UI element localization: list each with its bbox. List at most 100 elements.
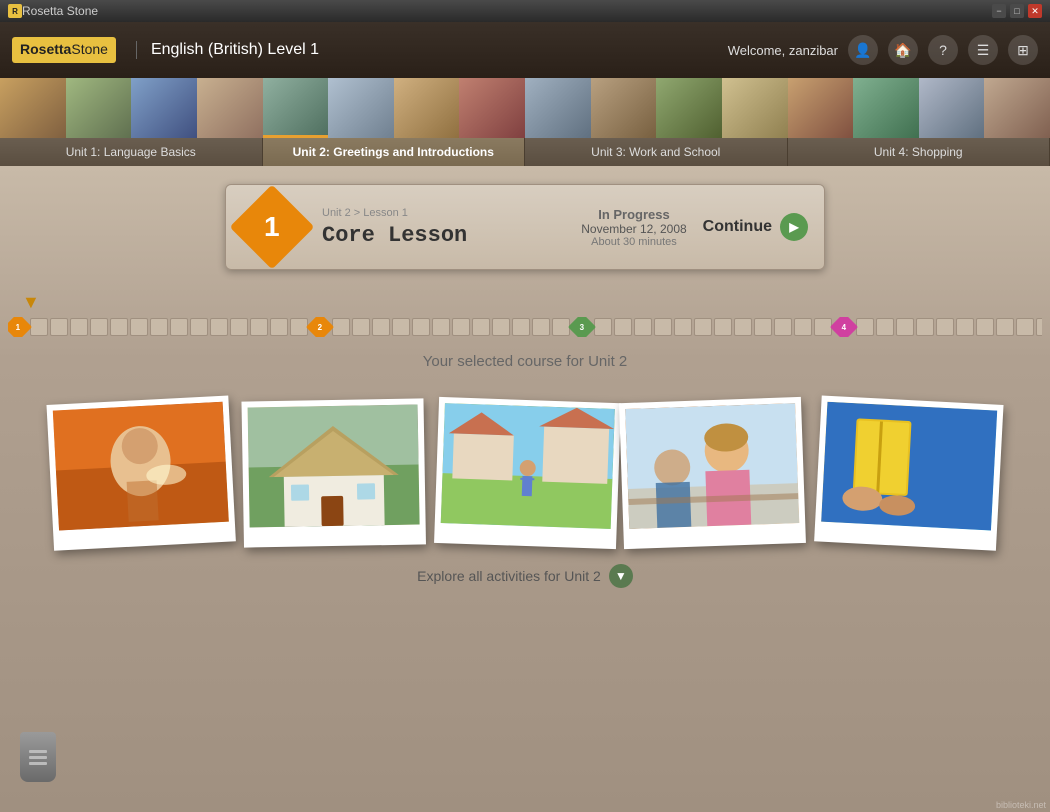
continue-button[interactable]: Continue ▶ bbox=[703, 213, 808, 241]
unit-nav: Unit 1: Language Basics Unit 2: Greeting… bbox=[0, 138, 1050, 166]
progress-step[interactable] bbox=[492, 318, 510, 336]
progress-step[interactable] bbox=[734, 318, 752, 336]
progress-step[interactable] bbox=[50, 318, 68, 336]
user-icon-button[interactable]: 👤 bbox=[848, 35, 878, 65]
progress-step[interactable] bbox=[270, 318, 288, 336]
progress-step[interactable] bbox=[170, 318, 188, 336]
progress-step[interactable] bbox=[130, 318, 148, 336]
progress-step[interactable] bbox=[30, 318, 48, 336]
minimize-button[interactable]: − bbox=[992, 4, 1006, 18]
welcome-text: Welcome, zanzibar bbox=[728, 43, 838, 58]
strip-photo-16[interactable] bbox=[984, 78, 1050, 138]
logo-box: RosettaStone bbox=[12, 37, 116, 63]
strip-photo-10[interactable] bbox=[591, 78, 657, 138]
strip-photo-12[interactable] bbox=[722, 78, 788, 138]
strip-photo-9[interactable] bbox=[525, 78, 591, 138]
strip-photo-3[interactable] bbox=[131, 78, 197, 138]
progress-step[interactable] bbox=[956, 318, 974, 336]
lesson-info: Unit 2 > Lesson 1 Core Lesson bbox=[322, 207, 561, 248]
progress-step[interactable] bbox=[150, 318, 168, 336]
photo-gallery bbox=[0, 390, 1050, 556]
gallery-image-4 bbox=[625, 403, 799, 529]
selected-course-text: Your selected course for Unit 2 bbox=[0, 353, 1050, 370]
gallery-photo-2[interactable] bbox=[241, 398, 426, 547]
unit-tab-1[interactable]: Unit 1: Language Basics bbox=[0, 138, 263, 166]
core-lesson-card: 1 Unit 2 > Lesson 1 Core Lesson In Progr… bbox=[225, 184, 825, 270]
explore-bar: Explore all activities for Unit 2 ▼ bbox=[0, 556, 1050, 596]
progress-milestone-2[interactable]: 2 bbox=[306, 317, 334, 337]
progress-step[interactable] bbox=[250, 318, 268, 336]
strip-photo-14[interactable] bbox=[853, 78, 919, 138]
progress-step[interactable] bbox=[1036, 318, 1042, 336]
progress-step[interactable] bbox=[332, 318, 350, 336]
progress-step[interactable] bbox=[976, 318, 994, 336]
progress-step[interactable] bbox=[472, 318, 490, 336]
progress-step[interactable] bbox=[896, 318, 914, 336]
settings-icon-button[interactable]: ⊞ bbox=[1008, 35, 1038, 65]
progress-step[interactable] bbox=[794, 318, 812, 336]
progress-step[interactable] bbox=[90, 318, 108, 336]
titlebar-controls: − □ ✕ bbox=[992, 4, 1042, 18]
gallery-photo-3[interactable] bbox=[434, 397, 621, 549]
progress-step[interactable] bbox=[594, 318, 612, 336]
strip-photo-8[interactable] bbox=[459, 78, 525, 138]
progress-step[interactable] bbox=[674, 318, 692, 336]
photo-strip bbox=[0, 78, 1050, 138]
menu-icon-button[interactable]: ☰ bbox=[968, 35, 998, 65]
strip-photo-13[interactable] bbox=[788, 78, 854, 138]
maximize-button[interactable]: □ bbox=[1010, 4, 1024, 18]
gallery-photo-1[interactable] bbox=[46, 395, 235, 550]
progress-step[interactable] bbox=[856, 318, 874, 336]
strip-photo-1[interactable] bbox=[0, 78, 66, 138]
progress-step[interactable] bbox=[372, 318, 390, 336]
strip-photo-15[interactable] bbox=[919, 78, 985, 138]
progress-step[interactable] bbox=[392, 318, 410, 336]
gallery-photo-5[interactable] bbox=[814, 395, 1003, 550]
strip-photo-2[interactable] bbox=[66, 78, 132, 138]
progress-step[interactable] bbox=[230, 318, 248, 336]
home-icon-button[interactable]: 🏠 bbox=[888, 35, 918, 65]
progress-step[interactable] bbox=[654, 318, 672, 336]
unit-tab-2[interactable]: Unit 2: Greetings and Introductions bbox=[263, 138, 526, 166]
explore-dropdown-button[interactable]: ▼ bbox=[609, 564, 633, 588]
progress-step[interactable] bbox=[432, 318, 450, 336]
progress-step[interactable] bbox=[512, 318, 530, 336]
progress-step[interactable] bbox=[110, 318, 128, 336]
close-button[interactable]: ✕ bbox=[1028, 4, 1042, 18]
progress-step[interactable] bbox=[714, 318, 732, 336]
progress-milestone-4[interactable]: 4 bbox=[830, 317, 858, 337]
progress-step[interactable] bbox=[936, 318, 954, 336]
progress-step[interactable] bbox=[1016, 318, 1034, 336]
progress-step[interactable] bbox=[754, 318, 772, 336]
progress-step[interactable] bbox=[774, 318, 792, 336]
lesson-number: 1 bbox=[264, 211, 280, 243]
progress-step[interactable] bbox=[614, 318, 632, 336]
progress-step[interactable] bbox=[452, 318, 470, 336]
strip-photo-4[interactable] bbox=[197, 78, 263, 138]
progress-step[interactable] bbox=[190, 318, 208, 336]
progress-step[interactable] bbox=[634, 318, 652, 336]
progress-step[interactable] bbox=[210, 318, 228, 336]
progress-step[interactable] bbox=[694, 318, 712, 336]
progress-step[interactable] bbox=[876, 318, 894, 336]
unit-tab-3[interactable]: Unit 3: Work and School bbox=[525, 138, 788, 166]
progress-step[interactable] bbox=[532, 318, 550, 336]
gallery-photo-4[interactable] bbox=[619, 397, 806, 549]
progress-step[interactable] bbox=[916, 318, 934, 336]
strip-photo-6[interactable] bbox=[328, 78, 394, 138]
strip-photo-11[interactable] bbox=[656, 78, 722, 138]
lesson-duration: About 30 minutes bbox=[581, 236, 686, 248]
strip-photo-7[interactable] bbox=[394, 78, 460, 138]
progress-step[interactable] bbox=[70, 318, 88, 336]
gallery-image-2 bbox=[248, 405, 420, 528]
bottom-left-icon[interactable] bbox=[20, 732, 56, 782]
progress-step[interactable] bbox=[412, 318, 430, 336]
progress-step[interactable] bbox=[996, 318, 1014, 336]
progress-step[interactable] bbox=[352, 318, 370, 336]
progress-milestone-3[interactable]: 3 bbox=[568, 317, 596, 337]
strip-photo-5[interactable] bbox=[263, 78, 329, 138]
progress-milestone-1[interactable]: 1 bbox=[8, 317, 32, 337]
help-icon-button[interactable]: ? bbox=[928, 35, 958, 65]
unit-tab-4[interactable]: Unit 4: Shopping bbox=[788, 138, 1050, 166]
progress-dropdown-arrow[interactable]: ▼ bbox=[22, 292, 1042, 313]
